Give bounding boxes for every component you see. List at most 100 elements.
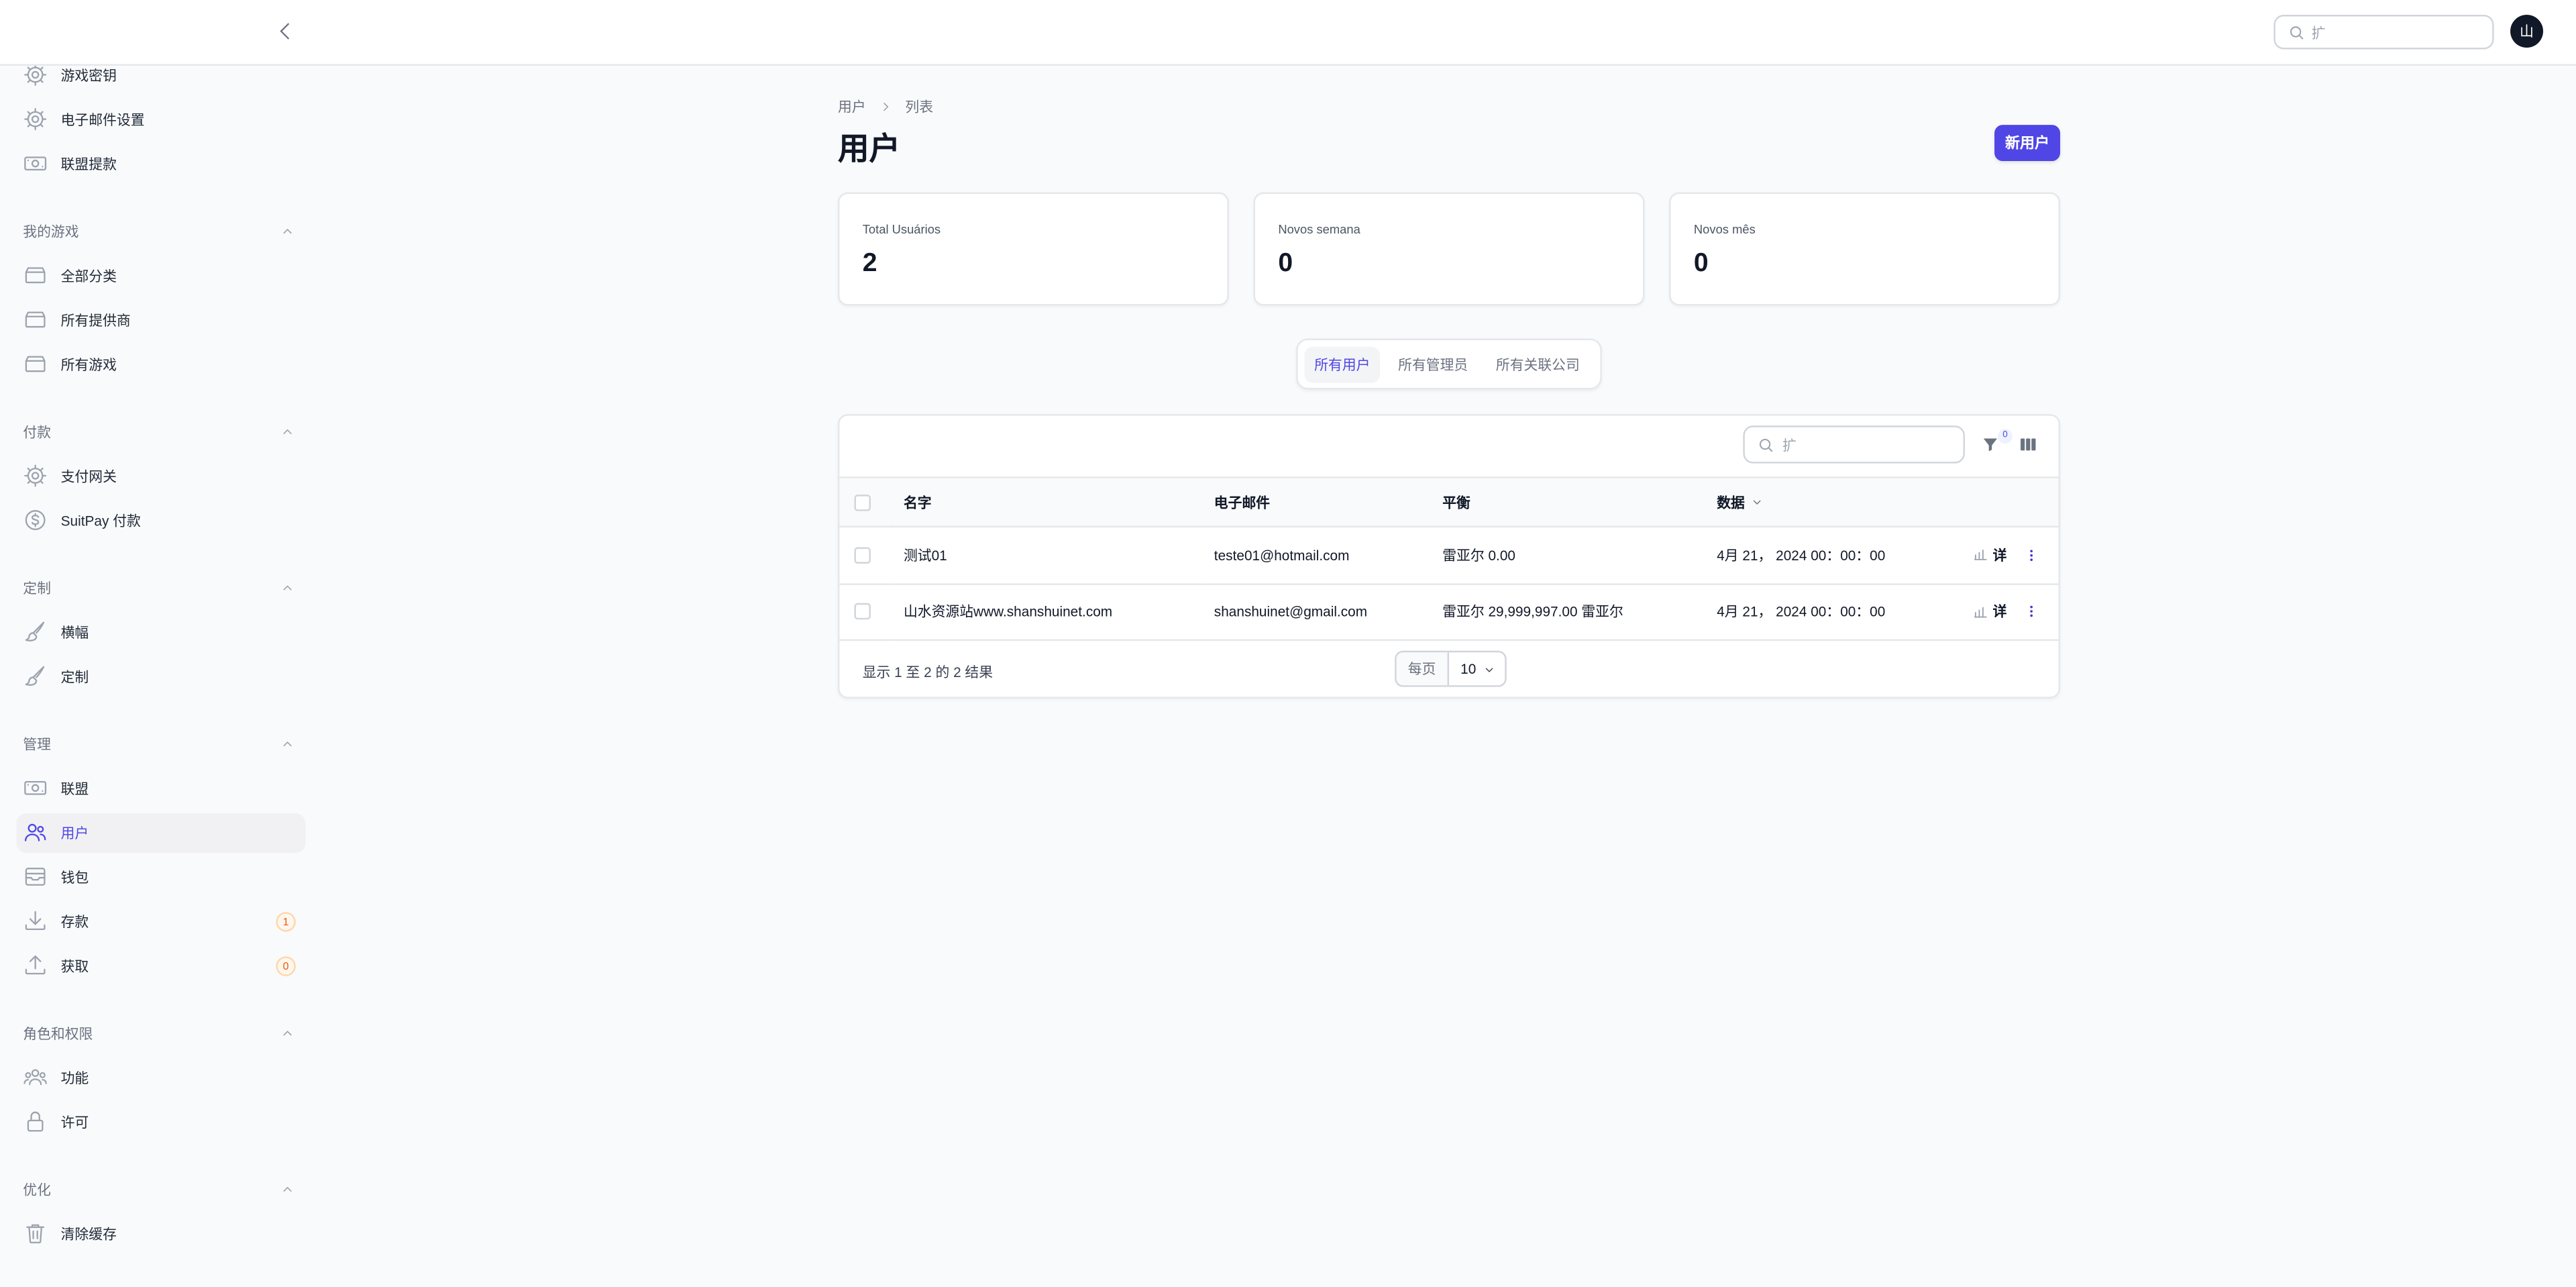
sidebar-item-customize[interactable]: 定制 xyxy=(0,654,322,699)
row-checkbox[interactable] xyxy=(854,603,871,620)
cell-email: shanshuinet@gmail.com xyxy=(1214,603,1368,620)
sidebar-item-label: 功能 xyxy=(60,1069,89,1086)
archive-box-icon xyxy=(23,263,49,288)
column-header-balance: 平衡 xyxy=(1434,476,1709,528)
table-search-input[interactable] xyxy=(1782,433,1947,457)
search-icon xyxy=(1758,437,1774,453)
per-page-dropdown[interactable]: 10 xyxy=(1449,652,1505,685)
chevron-right-icon xyxy=(879,100,892,113)
breadcrumb-link-users[interactable]: 用户 xyxy=(838,97,866,116)
sidebar-item-label: 用户 xyxy=(60,824,89,841)
sidebar-item-label: 钱包 xyxy=(60,868,89,885)
sidebar-item-payment-gateway[interactable]: 支付网关 xyxy=(0,454,322,498)
sidebar-item-permissions[interactable]: 许可 xyxy=(0,1099,322,1143)
column-header-name: 名字 xyxy=(895,476,1206,528)
page-title: 用户 xyxy=(837,133,901,168)
global-search-input[interactable] xyxy=(2311,21,2476,45)
chevron-left-icon xyxy=(280,23,290,40)
view-details-button[interactable]: 详 xyxy=(1973,602,2006,621)
ellipsis-vertical-icon xyxy=(2029,606,2032,617)
stat-label: Novos mês xyxy=(1693,221,1756,237)
new-user-button[interactable]: 新用户 xyxy=(1994,125,2061,162)
sidebar-item-label: 所有游戏 xyxy=(60,356,117,372)
users-table: 名字 电子邮件 平衡 数据 测试01 teste01@hotmail.com 雷… xyxy=(839,476,2059,641)
sidebar-item-label: 支付网关 xyxy=(60,467,117,484)
sidebar-group-management[interactable]: 管理 xyxy=(0,721,322,766)
sidebar-group-label: 我的游戏 xyxy=(23,222,79,240)
sidebar-item-label: 全部分类 xyxy=(60,266,117,284)
archive-box-icon xyxy=(23,352,49,376)
select-all-checkbox[interactable] xyxy=(854,493,871,511)
filter-button[interactable] xyxy=(1981,435,1999,454)
users-table-card: 0 名字 电子邮件 平衡 数据 xyxy=(837,414,2061,699)
users-icon xyxy=(23,820,49,845)
per-page-label: 每页 xyxy=(1396,652,1450,686)
sidebar-item-banners[interactable]: 横幅 xyxy=(0,610,322,654)
sidebar-group-payments[interactable]: 付款 xyxy=(0,409,322,454)
stat-label: Novos semana xyxy=(1278,221,1360,237)
ellipsis-vertical-icon xyxy=(2029,549,2032,561)
row-more-button[interactable] xyxy=(2023,603,2038,619)
view-details-label: 详 xyxy=(1992,603,2007,620)
sidebar-group-label: 付款 xyxy=(23,423,51,440)
sidebar-item-affiliate-withdrawals[interactable]: 联盟提款 xyxy=(0,142,322,186)
user-filter-tabs: 所有用户 所有管理员 所有关联公司 xyxy=(1296,338,1602,390)
row-more-button[interactable] xyxy=(2023,547,2038,563)
toggle-columns-button[interactable] xyxy=(2019,435,2037,454)
sidebar-item-affiliates[interactable]: 联盟 xyxy=(0,766,322,810)
sidebar-group-my-games[interactable]: 我的游戏 xyxy=(0,209,322,253)
chart-bar-icon xyxy=(1974,550,1987,561)
cog-icon xyxy=(23,62,49,87)
view-details-button[interactable]: 详 xyxy=(1973,545,2006,564)
tab-all-affiliates[interactable]: 所有关联公司 xyxy=(1486,346,1589,382)
stat-value: 0 xyxy=(1693,250,1709,278)
sidebar-item-wallets[interactable]: 钱包 xyxy=(0,854,322,898)
sidebar-item-roles[interactable]: 功能 xyxy=(0,1055,322,1099)
chart-bar-icon xyxy=(1974,607,1987,617)
tab-all-users[interactable]: 所有用户 xyxy=(1304,346,1381,382)
pagination-summary: 显示 1 至 2 的 2 结果 xyxy=(862,664,994,680)
deposits-count-badge: 1 xyxy=(276,911,296,931)
cell-balance: 雷亚尔 0.00 xyxy=(1442,546,1515,564)
sidebar-item-label: 横幅 xyxy=(60,623,89,640)
sidebar-group-roles-permissions[interactable]: 角色和权限 xyxy=(0,1011,322,1055)
sidebar-group-label: 管理 xyxy=(23,735,51,752)
sidebar-item-all-games[interactable]: 所有游戏 xyxy=(0,342,322,386)
sidebar-item-all-providers[interactable]: 所有提供商 xyxy=(0,297,322,342)
sidebar-item-label: 联盟提款 xyxy=(60,155,117,172)
column-header-date: 数据 xyxy=(1717,493,1745,511)
wallet-icon xyxy=(23,864,49,889)
sidebar-item-label: 存款 xyxy=(60,913,89,929)
per-page-select[interactable]: 每页 10 xyxy=(1395,650,1507,687)
user-avatar[interactable]: 山 xyxy=(2510,15,2544,48)
sidebar-item-withdrawals[interactable]: 获取 0 xyxy=(0,943,322,988)
table-search[interactable] xyxy=(1743,425,1966,464)
sidebar-item-email-settings[interactable]: 电子邮件设置 xyxy=(0,97,322,141)
sidebar-item-deposits[interactable]: 存款 1 xyxy=(0,899,322,943)
filter-count-badge: 0 xyxy=(1997,429,2013,444)
trash-icon xyxy=(23,1221,49,1246)
cell-balance: 雷亚尔 29,999,997.00 雷亚尔 xyxy=(1442,603,1623,620)
sidebar: 游戏密钥 电子邮件设置 联盟提款 我的游戏 全部分类 所有提供商 所有游戏 付款… xyxy=(0,52,322,1255)
sidebar-group-label: 定制 xyxy=(23,579,51,596)
withdrawals-count-badge: 0 xyxy=(276,956,296,976)
sidebar-group-customization[interactable]: 定制 xyxy=(0,565,322,609)
sidebar-item-all-categories[interactable]: 全部分类 xyxy=(0,253,322,297)
sidebar-group-label: 优化 xyxy=(23,1180,51,1198)
cell-date: 4月 21， 2024 00：00：00 xyxy=(1717,603,1886,620)
stat-value: 2 xyxy=(862,250,877,278)
stat-label: Total Usuários xyxy=(862,221,941,237)
global-search[interactable] xyxy=(2273,15,2494,50)
collapse-sidebar-button[interactable] xyxy=(274,19,297,42)
row-checkbox[interactable] xyxy=(854,546,871,564)
sidebar-item-label: 所有提供商 xyxy=(60,311,131,328)
table-footer: 显示 1 至 2 的 2 结果 每页 10 xyxy=(839,639,2058,697)
sidebar-group-optimization[interactable]: 优化 xyxy=(0,1167,322,1211)
tab-all-admins[interactable]: 所有管理员 xyxy=(1388,346,1478,382)
column-header-date-sort[interactable]: 数据 xyxy=(1717,492,1763,511)
view-details-label: 详 xyxy=(1992,546,2007,564)
view-columns-icon xyxy=(2021,438,2036,451)
sidebar-item-users[interactable]: 用户 xyxy=(0,810,322,854)
sidebar-item-suitpay-payments[interactable]: SuitPay 付款 xyxy=(0,498,322,542)
sidebar-item-clear-cache[interactable]: 清除缓存 xyxy=(0,1211,322,1255)
